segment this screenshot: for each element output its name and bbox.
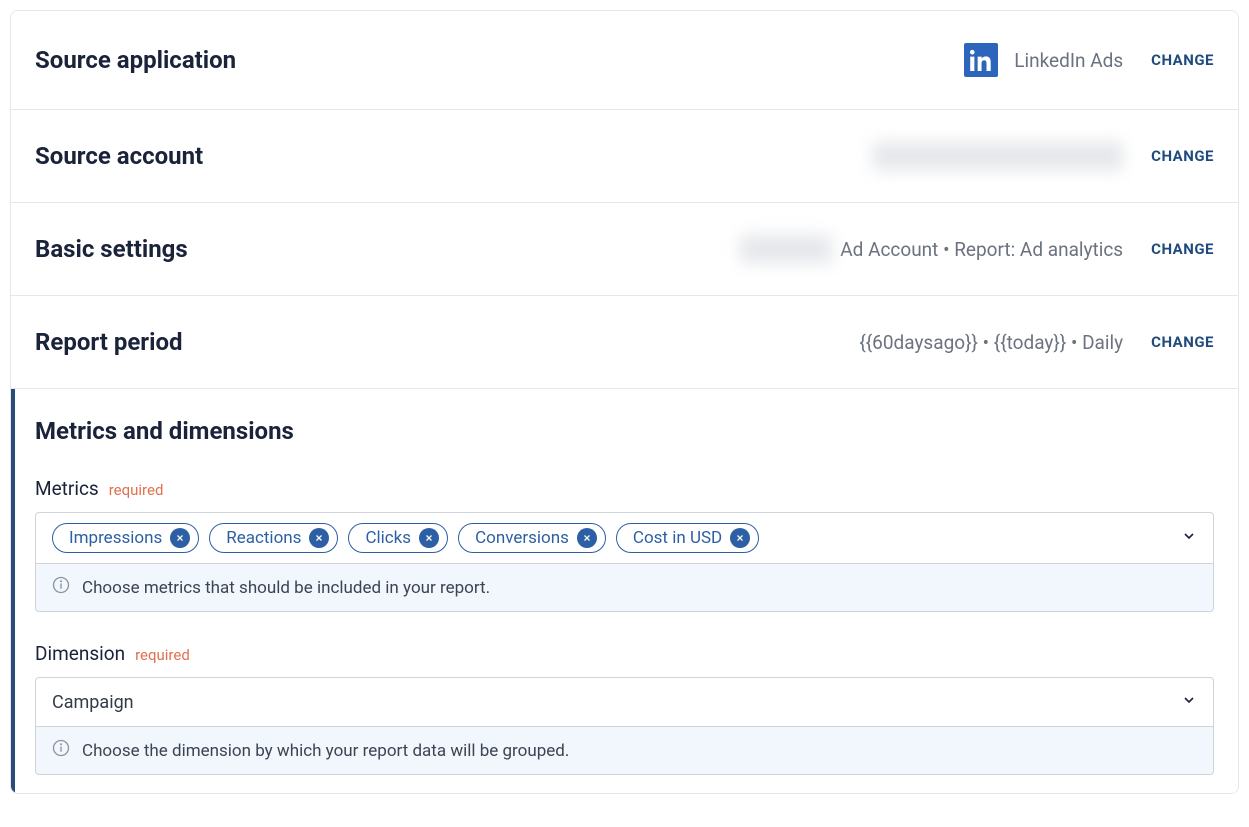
metric-chip: Reactions: [209, 523, 338, 553]
row-source-account: Source account CHANGE: [11, 110, 1238, 203]
label-basic-settings: Basic settings: [35, 235, 188, 263]
value-source-application-text: LinkedIn Ads: [1014, 49, 1123, 72]
metric-chip: Cost in USD: [616, 523, 759, 553]
config-panel: Source application LinkedIn Ads CHANGE S…: [10, 10, 1239, 794]
dimension-select[interactable]: Campaign: [35, 677, 1214, 727]
linkedin-icon: [964, 43, 998, 77]
row-report-period: Report period {{60daysago}} • {{today}} …: [11, 296, 1238, 389]
change-report-period-button[interactable]: CHANGE: [1151, 333, 1214, 351]
dimension-label: Dimension: [35, 642, 125, 665]
dimension-label-wrap: Dimension required: [35, 642, 1214, 665]
info-icon: [52, 576, 70, 599]
metrics-chips: Impressions Reactions Clicks Conversions Cos…: [52, 523, 759, 553]
metrics-label: Metrics: [35, 477, 99, 500]
metrics-required-tag: required: [109, 481, 164, 499]
close-icon[interactable]: [577, 528, 597, 548]
metrics-hint: Choose metrics that should be included i…: [35, 564, 1214, 612]
dimension-value: Campaign: [52, 692, 134, 713]
metric-chip-label: Impressions: [69, 528, 162, 548]
dimension-hint: Choose the dimension by which your repor…: [35, 727, 1214, 775]
close-icon[interactable]: [419, 528, 439, 548]
metrics-label-wrap: Metrics required: [35, 477, 1214, 500]
close-icon[interactable]: [730, 528, 750, 548]
value-basic-settings: Ad Account • Report: Ad analytics: [740, 235, 1123, 263]
close-icon[interactable]: [170, 528, 190, 548]
value-basic-settings-text: Ad Account • Report: Ad analytics: [840, 238, 1123, 261]
metrics-select[interactable]: Impressions Reactions Clicks Conversions Cos…: [35, 512, 1214, 564]
section-title: Metrics and dimensions: [35, 417, 1214, 445]
label-source-application: Source application: [35, 46, 236, 74]
label-report-period: Report period: [35, 328, 183, 356]
redacted-account: [873, 142, 1123, 170]
metric-chip-label: Cost in USD: [633, 528, 722, 548]
metrics-and-dimensions-section: Metrics and dimensions Metrics required …: [11, 389, 1238, 793]
chevron-down-icon: [1181, 692, 1197, 712]
change-basic-settings-button[interactable]: CHANGE: [1151, 240, 1214, 258]
metric-chip-label: Reactions: [226, 528, 301, 548]
value-report-period: {{60daysago}} • {{today}} • Daily: [859, 331, 1123, 354]
metric-chip: Conversions: [458, 523, 606, 553]
dimension-hint-text: Choose the dimension by which your repor…: [82, 741, 569, 761]
row-source-application: Source application LinkedIn Ads CHANGE: [11, 11, 1238, 110]
metric-chip-label: Clicks: [365, 528, 411, 548]
change-source-application-button[interactable]: CHANGE: [1151, 51, 1214, 69]
chevron-down-icon: [1181, 528, 1197, 548]
metric-chip: Clicks: [348, 523, 448, 553]
close-icon[interactable]: [309, 528, 329, 548]
metric-chip-label: Conversions: [475, 528, 569, 548]
dimension-required-tag: required: [135, 646, 190, 664]
info-icon: [52, 739, 70, 762]
change-source-account-button[interactable]: CHANGE: [1151, 147, 1214, 165]
redacted-setting: [740, 235, 832, 263]
row-basic-settings: Basic settings Ad Account • Report: Ad a…: [11, 203, 1238, 296]
label-source-account: Source account: [35, 142, 203, 170]
metrics-hint-text: Choose metrics that should be included i…: [82, 578, 490, 598]
metric-chip: Impressions: [52, 523, 199, 553]
value-source-account: [873, 142, 1123, 170]
value-source-application: LinkedIn Ads: [964, 43, 1123, 77]
